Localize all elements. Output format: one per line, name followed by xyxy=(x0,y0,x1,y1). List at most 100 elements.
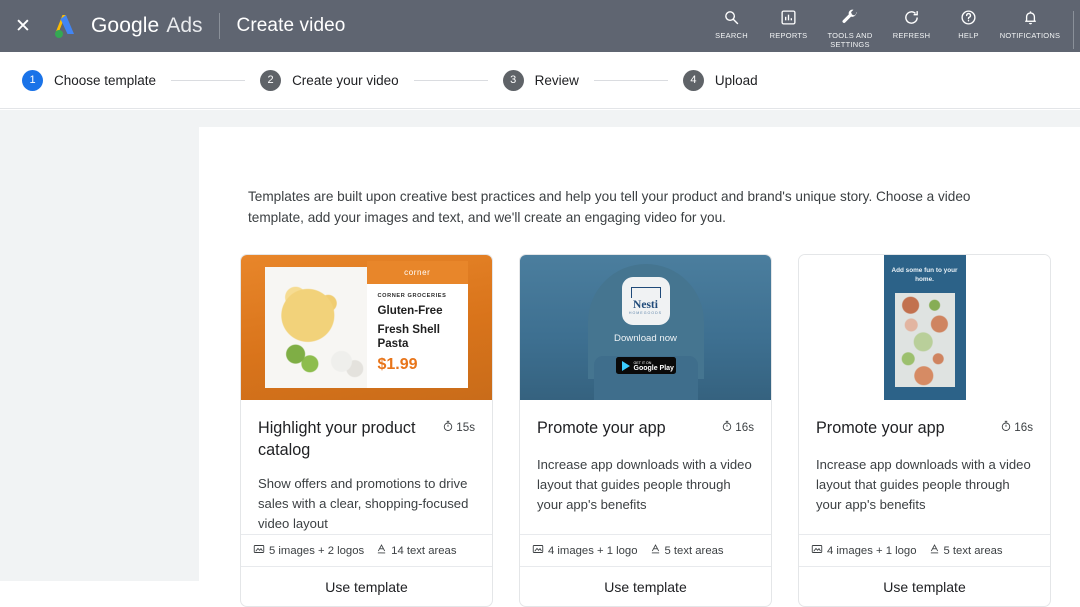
use-template-button[interactable]: Use template xyxy=(799,566,1050,606)
google-ads-mark-icon xyxy=(52,13,82,39)
progress-stepper: 1 Choose template 2 Create your video 3 … xyxy=(0,52,1080,109)
bell-icon xyxy=(1022,7,1039,28)
page-title: Create video xyxy=(237,15,346,37)
card-text-meta: 5 text areas xyxy=(929,543,1003,558)
step-connector xyxy=(414,80,488,81)
search-icon xyxy=(723,7,740,28)
card-description: Show offers and promotions to drive sale… xyxy=(258,474,475,534)
toolbar-search[interactable]: SEARCH xyxy=(703,7,760,40)
toolbar-refresh-label: REFRESH xyxy=(893,31,931,40)
card-images-meta: 4 images + 1 logo xyxy=(532,543,638,558)
template-thumbnail-app: Nesti HOMEGOODS Download now GET IT ON G… xyxy=(520,255,771,400)
template-card[interactable]: Nesti HOMEGOODS Download now GET IT ON G… xyxy=(519,254,772,607)
refresh-icon xyxy=(903,7,920,28)
brand-ads-text: Ads xyxy=(166,14,202,38)
card-text-meta-text: 5 text areas xyxy=(665,545,724,557)
image-icon xyxy=(532,543,548,558)
thumbnail-price: $1.99 xyxy=(378,356,469,374)
card-duration: 16s xyxy=(1000,417,1033,435)
step-choose-template[interactable]: 1 Choose template xyxy=(22,70,156,91)
card-images-meta: 4 images + 1 logo xyxy=(811,543,917,558)
card-description: Increase app downloads with a video layo… xyxy=(816,455,1033,515)
house-roof-icon xyxy=(631,287,661,298)
brand-google-text: Google xyxy=(91,14,159,38)
toolbar-help-label: HELP xyxy=(958,31,979,40)
google-play-triangle-icon xyxy=(622,361,630,371)
card-duration-value: 16s xyxy=(1014,421,1033,434)
step-connector xyxy=(594,80,668,81)
card-images-meta-text: 4 images + 1 logo xyxy=(827,545,917,557)
google-play-badge: GET IT ON Google Play xyxy=(616,357,676,374)
thumbnail-headline: Add some fun to your home. xyxy=(890,266,960,284)
card-duration-value: 16s xyxy=(735,421,754,434)
thumbnail-headline-2: Fresh Shell Pasta xyxy=(378,323,469,351)
intro-text: Templates are built upon creative best p… xyxy=(248,186,1012,228)
content-panel: Templates are built upon creative best p… xyxy=(199,127,1080,581)
card-body: Promote your app 16s Increase app dow xyxy=(520,400,771,534)
help-question-icon xyxy=(960,7,977,28)
text-format-icon xyxy=(376,543,391,558)
step-review[interactable]: 3 Review xyxy=(503,70,579,91)
card-images-meta: 5 images + 2 logos xyxy=(253,543,364,558)
template-thumbnail-portrait: Add some fun to your home. xyxy=(799,255,1050,400)
template-card[interactable]: Add some fun to your home. Promote your … xyxy=(798,254,1051,607)
step-2-label: Create your video xyxy=(292,73,399,88)
toolbar-refresh[interactable]: REFRESH xyxy=(883,7,940,40)
image-icon xyxy=(253,543,269,558)
google-play-big-text: Google Play xyxy=(634,366,674,372)
step-upload[interactable]: 4 Upload xyxy=(683,70,758,91)
card-images-meta-text: 4 images + 1 logo xyxy=(548,545,638,557)
step-4-number: 4 xyxy=(683,70,704,91)
close-icon: ✕ xyxy=(15,17,31,36)
card-images-meta-text: 5 images + 2 logos xyxy=(269,545,364,557)
close-button[interactable]: ✕ xyxy=(0,0,46,52)
toolbar-notifications[interactable]: NOTIFICATIONS xyxy=(997,7,1063,40)
step-4-label: Upload xyxy=(715,73,758,88)
thumbnail-app-icon: Nesti HOMEGOODS xyxy=(622,277,670,325)
toolbar-search-label: SEARCH xyxy=(715,31,748,40)
card-meta: 4 images + 1 logo 5 text areas xyxy=(520,534,771,566)
appbar-right-divider xyxy=(1073,11,1074,49)
step-3-number: 3 xyxy=(503,70,524,91)
use-template-button[interactable]: Use template xyxy=(241,566,492,606)
card-text-meta: 14 text areas xyxy=(376,543,456,558)
toolbar-help[interactable]: HELP xyxy=(940,7,997,40)
toolbar-reports[interactable]: REPORTS xyxy=(760,7,817,40)
step-create-your-video[interactable]: 2 Create your video xyxy=(260,70,399,91)
card-title: Promote your app xyxy=(816,417,1000,439)
step-connector xyxy=(171,80,245,81)
step-1-label: Choose template xyxy=(54,73,156,88)
thumbnail-headline-1: Gluten-Free xyxy=(378,304,469,318)
toolbar-tools-settings[interactable]: TOOLS AND SETTINGS xyxy=(817,7,883,49)
thumbnail-product-photo xyxy=(265,267,367,388)
thumbnail-app-name: Nesti xyxy=(633,299,658,311)
step-3-label: Review xyxy=(535,73,579,88)
card-meta: 5 images + 2 logos 14 text areas xyxy=(241,534,492,566)
app-bar: ✕ Google Ads Create video SEARCH xyxy=(0,0,1080,52)
stopwatch-icon xyxy=(1000,420,1014,435)
template-thumbnail-grocery: corner CORNER GROCERIES Gluten-Free Fres… xyxy=(241,255,492,400)
template-card-list: corner CORNER GROCERIES Gluten-Free Fres… xyxy=(240,254,1080,607)
card-body: Promote your app 16s Increase app dow xyxy=(799,400,1050,534)
card-text-meta-text: 14 text areas xyxy=(391,545,456,557)
reports-bar-chart-icon xyxy=(780,7,797,28)
appbar-tools: SEARCH REPORTS TOOLS AND SETTINGS xyxy=(703,0,1080,52)
card-body: Highlight your product catalog 15s Sh xyxy=(241,400,492,534)
card-duration-value: 15s xyxy=(456,421,475,434)
card-title: Promote your app xyxy=(537,417,721,439)
thumbnail-eyebrow: CORNER GROCERIES xyxy=(378,293,469,299)
text-format-icon xyxy=(929,543,944,558)
wrench-icon xyxy=(841,7,859,28)
toolbar-reports-label: REPORTS xyxy=(770,31,808,40)
card-text-meta: 5 text areas xyxy=(650,543,724,558)
thumbnail-cta-text: Download now xyxy=(520,333,771,344)
stopwatch-icon xyxy=(442,420,456,435)
card-text-meta-text: 5 text areas xyxy=(944,545,1003,557)
thumbnail-plants-photo xyxy=(895,293,955,387)
card-duration: 15s xyxy=(442,417,475,435)
google-ads-logo[interactable]: Google Ads xyxy=(52,13,203,39)
use-template-button[interactable]: Use template xyxy=(520,566,771,606)
template-card[interactable]: corner CORNER GROCERIES Gluten-Free Fres… xyxy=(240,254,493,607)
appbar-divider xyxy=(219,13,220,39)
image-icon xyxy=(811,543,827,558)
